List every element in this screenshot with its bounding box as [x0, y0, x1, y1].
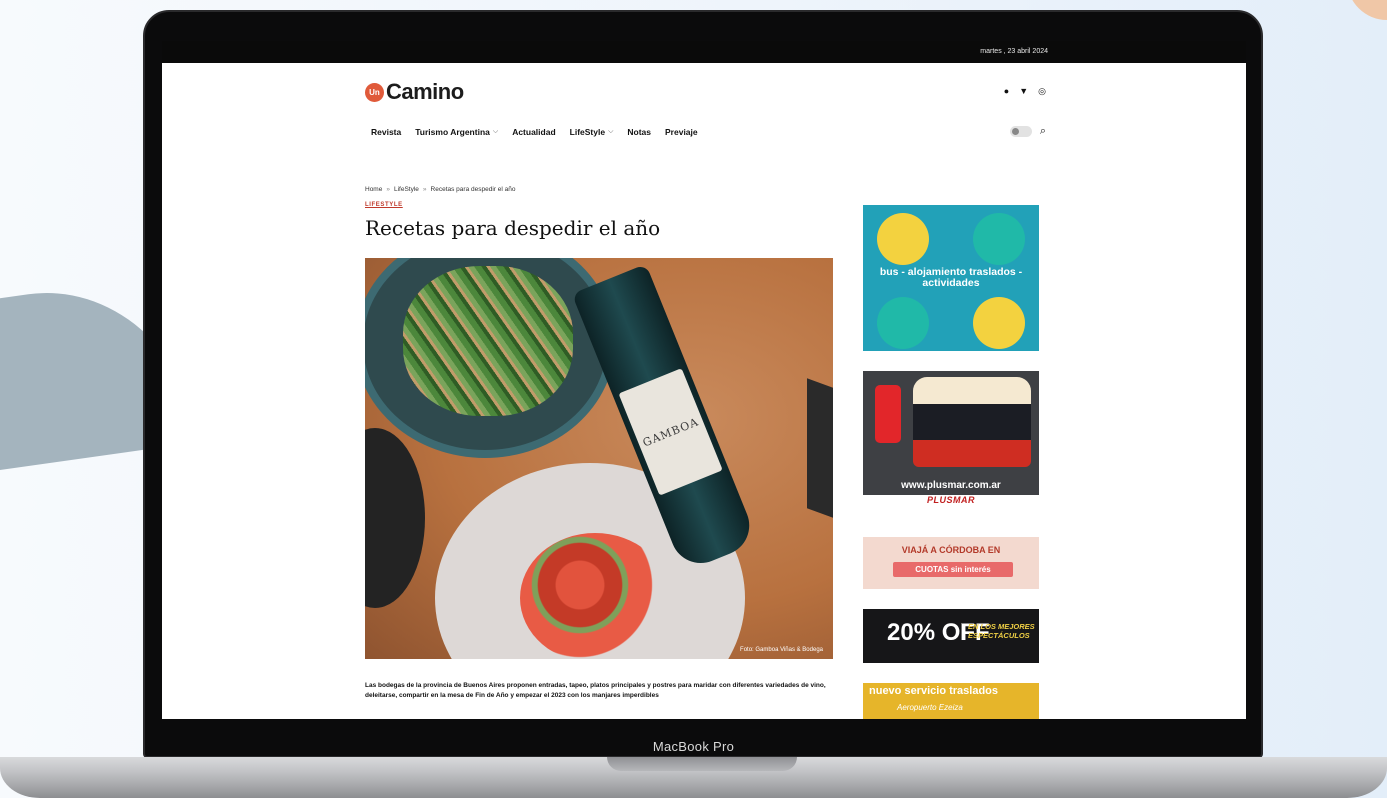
article-title: Recetas para despedir el año [365, 216, 661, 240]
laptop-notch [607, 757, 797, 771]
nav-item-actualidad[interactable]: Actualidad [512, 127, 555, 137]
article-lead: Las bodegas de la provincia de Buenos Ai… [365, 682, 826, 700]
ad-sidebar: bus - alojamiento traslados - actividade… [863, 205, 1039, 719]
ad-banner-plusmar[interactable]: www.plusmar.com.ar [863, 371, 1039, 495]
category-tag[interactable]: LIFESTYLE [365, 202, 835, 208]
twitter-icon[interactable]: ▼ [1019, 86, 1028, 97]
ad5-line1: nuevo servicio traslados [869, 685, 998, 697]
ad3-line2: CUOTAS sin interés [893, 562, 1013, 577]
nav-item-turismo-argentina[interactable]: Turismo Argentina ⌵ [415, 127, 498, 137]
search-icon[interactable]: ⌕ [1040, 125, 1046, 138]
ad-banner-bus[interactable]: bus - alojamiento traslados - actividade… [863, 205, 1039, 351]
breadcrumb: Home» LifeStyle» Recetas para despedir el … [365, 186, 516, 193]
current-date: martes , 23 abril 2024 [980, 48, 1048, 55]
slate-board [807, 378, 833, 518]
background-corner-shape [1347, 0, 1387, 20]
hero-image: GAMBOA Foto: Gamboa Viñas & Bodega [365, 258, 833, 659]
photo-credit: Foto: Gamboa Viñas & Bodega [740, 647, 823, 653]
chevron-down-icon: ⌵ [608, 128, 614, 135]
logo-badge: Un [365, 82, 384, 102]
top-bar: martes , 23 abril 2024 [162, 41, 1246, 63]
nav-item-notas[interactable]: Notas [627, 127, 651, 137]
dark-mode-toggle[interactable] [1009, 126, 1032, 137]
chevron-down-icon: ⌵ [492, 128, 499, 135]
nav-item-previaje[interactable]: Previaje [665, 127, 698, 137]
logo-text: Camino [386, 79, 464, 104]
article: Home» LifeStyle» Recetas para despedir el … [365, 186, 835, 701]
ad-banner-traslados[interactable]: nuevo servicio traslados Aeropuerto Ezei… [863, 683, 1039, 719]
ad1-text: bus - alojamiento traslados - actividade… [879, 266, 1023, 290]
breadcrumb-home[interactable]: Home [365, 186, 382, 193]
device-label: MacBook Pro [652, 739, 735, 754]
main-nav: Revista Turismo Argentina ⌵ Actualidad Li… [162, 113, 1246, 151]
facebook-icon[interactable]: ● [1004, 86, 1009, 97]
browser-screen: martes , 23 abril 2024 Un Camino ● ▼ ◎ R… [162, 41, 1246, 719]
green-beans-plate [365, 258, 615, 458]
masthead: Un Camino ● ▼ ◎ [162, 63, 1246, 113]
ad3-line1: VIAJÁ A CÓRDOBA EN [901, 545, 1001, 555]
instagram-icon[interactable]: ◎ [1038, 86, 1046, 97]
ad2-url: www.plusmar.com.ar [901, 480, 1001, 491]
ad4-sub: EN LOS MEJORES ESPECTÁCULOS [961, 622, 1039, 641]
ad-banner-discount[interactable]: 20% OFF EN LOS MEJORES ESPECTÁCULOS [863, 609, 1039, 663]
social-links: ● ▼ ◎ [1004, 86, 1046, 97]
ad-banner-cordoba[interactable]: VIAJÁ A CÓRDOBA EN CUOTAS sin interés [863, 537, 1039, 589]
site-logo[interactable]: Un Camino [365, 79, 464, 105]
side-plate [365, 428, 425, 608]
nav-tools: ⌕ [1009, 125, 1046, 138]
breadcrumb-lifestyle[interactable]: LifeStyle [394, 186, 419, 193]
breadcrumb-current: Recetas para despedir el año [430, 186, 516, 193]
bus-image [913, 377, 1031, 467]
ad2-brand: PLUSMAR [927, 495, 975, 505]
bottle-label: GAMBOA [640, 414, 701, 450]
ad5-line2: Aeropuerto Ezeiza [897, 703, 963, 712]
nav-item-lifestyle[interactable]: LifeStyle ⌵ [570, 127, 614, 137]
phone-icon [875, 385, 901, 443]
nav-item-revista[interactable]: Revista [371, 127, 401, 137]
